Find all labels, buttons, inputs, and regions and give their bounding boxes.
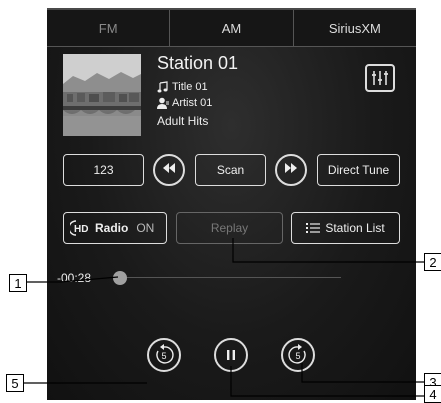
direct-tune-button[interactable]: Direct Tune <box>317 154 400 186</box>
seek-forward-icon <box>283 161 299 179</box>
tab-fm[interactable]: FM <box>47 10 171 46</box>
hd-icon: HD <box>70 220 90 236</box>
title-line: Title 01 <box>157 81 208 93</box>
skip-back-5-icon: 5 <box>153 344 175 366</box>
hd-radio-button[interactable]: HD Radio ON <box>63 212 167 244</box>
callout-1: 1 <box>9 274 27 292</box>
skip-forward-5-icon: 5 <box>287 344 309 366</box>
callout-2: 2 <box>424 253 441 271</box>
genre-line: Adult Hits <box>157 114 208 128</box>
skip-back-5-button[interactable]: 5 <box>147 338 181 372</box>
equalizer-button[interactable] <box>365 64 395 92</box>
replay-button[interactable]: Replay <box>176 212 283 244</box>
skip-forward-5-button[interactable]: 5 <box>281 338 315 372</box>
seek-back-button[interactable] <box>153 154 185 186</box>
scan-button[interactable]: Scan <box>195 154 266 186</box>
radio-screen: FM AM SiriusXM Station 01 Title 01 Artis… <box>47 8 416 400</box>
callout-4: 4 <box>424 385 441 403</box>
progress-track[interactable] <box>121 277 341 278</box>
time-readout: -00:28 <box>57 271 92 285</box>
seek-back-icon <box>161 161 177 179</box>
skip-forward-seconds: 5 <box>295 351 300 361</box>
station-name: Station 01 <box>157 53 239 73</box>
artist-line: Artist 01 <box>157 97 212 109</box>
pause-icon <box>225 349 237 361</box>
tab-am[interactable]: AM <box>170 10 294 46</box>
track-title: Title 01 <box>172 81 208 93</box>
music-note-icon <box>157 81 169 93</box>
hd-radio-state: ON <box>136 221 155 235</box>
station-genre: Adult Hits <box>157 114 209 128</box>
list-icon <box>306 222 321 234</box>
equalizer-icon <box>367 71 393 94</box>
tab-siriusxm[interactable]: SiriusXM <box>294 10 416 46</box>
presets-button[interactable]: 123 <box>63 154 144 186</box>
skip-back-seconds: 5 <box>161 351 166 361</box>
progress-thumb[interactable] <box>113 271 127 285</box>
artist-icon <box>157 97 169 109</box>
callout-5: 5 <box>6 374 24 392</box>
station-list-label: Station List <box>325 221 385 235</box>
svg-text:HD: HD <box>74 224 88 235</box>
album-art <box>63 54 141 136</box>
seek-forward-button[interactable] <box>275 154 307 186</box>
hd-radio-label: Radio <box>95 221 129 235</box>
station-list-button[interactable]: Station List <box>291 212 400 244</box>
pause-button[interactable] <box>214 338 248 372</box>
source-tabs: FM AM SiriusXM <box>47 10 416 47</box>
track-artist: Artist 01 <box>172 97 213 109</box>
